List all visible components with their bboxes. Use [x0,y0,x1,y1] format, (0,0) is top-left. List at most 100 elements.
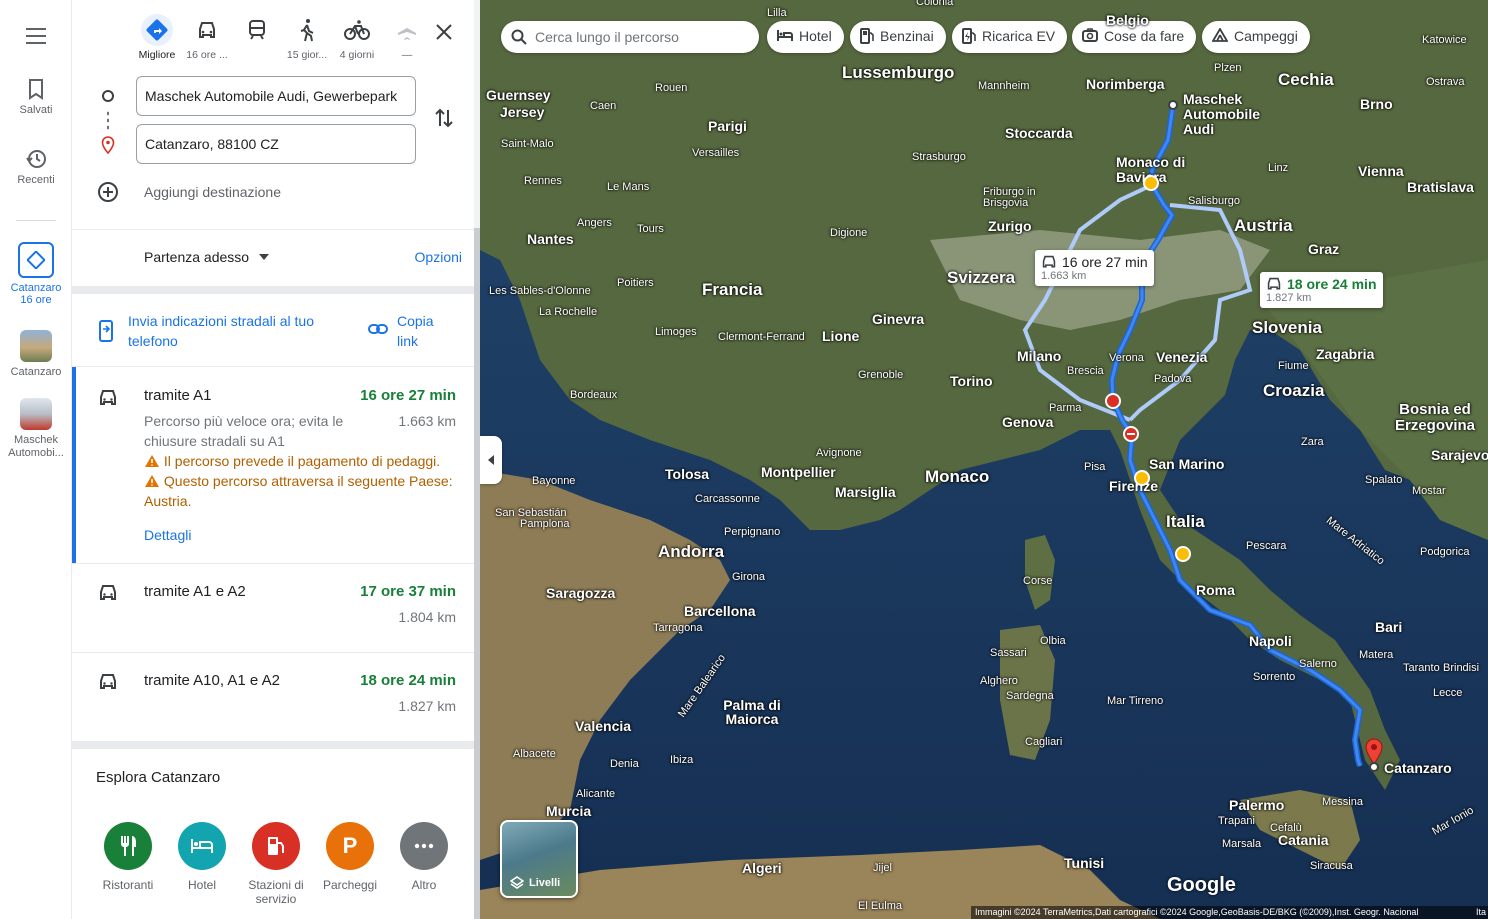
menu-icon[interactable] [26,28,46,44]
map-label: Sassari [990,647,1027,659]
map-label: Perpignano [724,526,781,538]
map-label: Ginevra [872,311,925,327]
map-label: Zara [1301,436,1324,448]
section-divider [72,286,474,294]
map-label: Lussemburgo [842,63,955,82]
close-icon[interactable] [432,20,456,44]
map-label: Pamplona [520,518,570,530]
map-label: Corse [1023,575,1053,587]
details-link[interactable]: Dettagli [144,527,191,543]
map-label: Bordeaux [570,389,618,401]
options-link[interactable]: Opzioni [415,249,462,265]
map-label: Tours [637,223,664,235]
chip-gas[interactable]: Benzinai [850,21,946,53]
route-search-box[interactable]: Cerca lungo il percorso [501,21,759,53]
map-label: Rennes [524,175,562,187]
layers-button[interactable]: Livelli [500,820,578,898]
bookmark-icon [29,79,43,100]
ev-charging-icon [962,28,976,44]
rail-place1-label: Catanzaro [10,366,62,378]
collapse-panel-button[interactable] [480,436,502,484]
send-directions-link[interactable]: Invia indicazioni stradali al tuo telefo… [128,311,338,351]
map-label: Digione [830,227,868,239]
toll-warning-text: Il percorso prevede il pagamento di peda… [163,453,441,469]
category-parking[interactable]: P Parcheggi [310,822,390,892]
rail-item-catanzaro[interactable]: Catanzaro [0,330,72,378]
saved-button[interactable]: Salvati [0,78,72,116]
chip-ev-charging[interactable]: Ricarica EV [952,21,1068,53]
map-label: Mar Tirreno [1107,695,1164,707]
chip-campgrounds[interactable]: Campeggi [1202,21,1310,53]
map-label: Bari [1375,619,1403,635]
category-hotels[interactable]: Hotel [162,822,242,892]
mode-flight[interactable]: — [382,14,432,61]
category-restaurants[interactable]: Ristoranti [88,822,168,892]
hotel-icon [178,822,226,870]
map-label: Bayonne [532,475,576,487]
map-label: Valencia [575,718,632,734]
map-view[interactable]: Cerca lungo il percorso Hotel Benzinai R… [480,0,1488,919]
departure-dropdown[interactable]: Partenza adesso [144,249,270,265]
map-label: Fiume [1278,360,1309,372]
map-label: Matera [1359,649,1394,661]
map-label: Austria [1234,216,1293,235]
map-label: San Marino [1149,456,1225,472]
rail-item-maschek[interactable]: Maschek Automobi... [0,398,72,460]
category-gas-stations[interactable]: Stazioni di servizio [236,822,316,906]
route-distance: 1.804 km [398,609,456,625]
directions-panel: Migliore 16 ore ... 15 gior... 4 giorni … [72,0,474,919]
mode-best-label: Migliore [138,49,176,61]
callout-main-time: 16 ore 27 min [1062,254,1148,270]
rail-separator [16,220,56,221]
map-label: Caen [590,100,617,112]
map-label: Graz [1308,241,1340,257]
google-logo: Google [1167,874,1236,896]
route-option-2[interactable]: tramite A1 e A2 17 ore 37 min 1.804 km [72,564,474,652]
callout-alt-time: 18 ore 24 min [1287,276,1377,292]
chip-hotel[interactable]: Hotel [767,21,844,53]
layers-icon [510,876,524,889]
map-label: Taranto [1403,662,1440,674]
destination-input[interactable]: Catanzaro, 88100 CZ [136,124,416,164]
route-option-3[interactable]: tramite A10, A1 e A2 18 ore 24 min 1.827… [72,653,474,741]
mode-car[interactable]: 16 ore ... [182,14,232,61]
route-option-1[interactable]: tramite A1 16 ore 27 min 1.663 km Percor… [72,367,474,563]
map-label: Zurigo [988,218,1032,234]
route-title: tramite A1 [144,387,212,404]
category-label: Parcheggi [322,878,378,892]
map-label: Bratislava [1407,179,1474,195]
mode-best[interactable]: Migliore [132,14,182,61]
map-label: El Eulma [858,900,903,912]
place-thumbnail [20,330,52,362]
car-icon [100,585,116,600]
rail-item-active-route[interactable]: Catanzaro 16 ore [0,242,72,306]
map-label: Saint-Malo [501,138,554,150]
map-label: Alghero [980,675,1018,687]
origin-input[interactable]: Maschek Automobile Audi, Gewerbepark [136,76,416,116]
recent-button[interactable]: Recenti [0,148,72,186]
toll-warning: Il percorso prevede il pagamento di peda… [144,451,464,471]
category-label: Hotel [187,878,216,892]
category-more[interactable]: Altro [384,822,464,892]
map-label: Monaco [925,467,990,486]
copy-link-button[interactable]: Copia link [397,311,447,351]
mode-transit[interactable] [232,14,282,61]
map-label: Girona [732,571,766,583]
map-label: Norimberga [1086,76,1165,92]
mode-walk[interactable]: 15 gior... [282,14,332,61]
route-callout-main[interactable]: 16 ore 27 min 1.663 km [1035,250,1154,286]
swap-icon[interactable] [434,106,454,130]
place-thumbnail [20,398,52,430]
map-label: Ibiza [670,754,694,766]
left-rail: Salvati Recenti Catanzaro 16 ore Catanza… [0,0,72,919]
send-to-phone-icon [99,320,113,342]
mode-bike[interactable]: 4 giorni [332,14,382,61]
map-label: Sardegna [1006,690,1054,702]
route-callout-alt[interactable]: 18 ore 24 min 1.827 km [1260,272,1383,308]
destination-dot-icon [1369,762,1379,772]
link-icon [368,324,388,334]
add-destination-button[interactable]: Aggiungi destinazione [96,180,281,204]
explore-title: Esplora Catanzaro [96,769,221,786]
saved-label: Salvati [19,104,53,116]
map-label: Nantes [527,231,574,247]
